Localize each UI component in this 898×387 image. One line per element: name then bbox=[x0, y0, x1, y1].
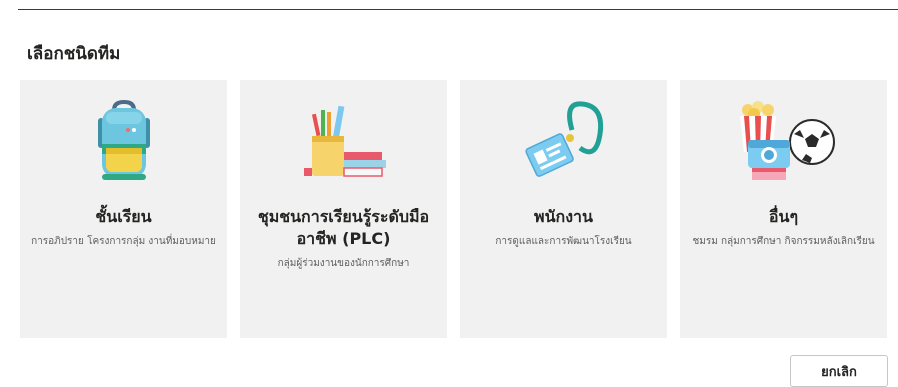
cancel-button[interactable]: ยกเลิก bbox=[790, 355, 888, 387]
team-type-card-class[interactable]: ชั้นเรียน การอภิปราย โครงการกลุ่ม งานที่… bbox=[20, 80, 227, 338]
books-pencils-icon bbox=[289, 100, 399, 184]
backpack-icon bbox=[69, 100, 179, 184]
popcorn-camera-ball-icon bbox=[729, 100, 839, 184]
team-type-card-staff[interactable]: พนักงาน การดูแลและการพัฒนาโรงเรียน bbox=[460, 80, 667, 338]
card-description: ชมรม กลุ่มการศึกษา กิจกรรมหลังเลิกเรียน bbox=[692, 236, 875, 247]
card-title: ชั้นเรียน bbox=[95, 207, 152, 226]
team-type-cards: ชั้นเรียน การอภิปราย โครงการกลุ่ม งานที่… bbox=[20, 80, 887, 338]
card-description: การอภิปราย โครงการกลุ่ม งานที่มอบหมาย bbox=[31, 236, 216, 247]
team-type-card-other[interactable]: อื่นๆ ชมรม กลุ่มการศึกษา กิจกรรมหลังเลิก… bbox=[680, 80, 887, 338]
card-title: อื่นๆ bbox=[768, 207, 799, 226]
top-divider bbox=[18, 9, 898, 10]
card-description: การดูแลและการพัฒนาโรงเรียน bbox=[495, 236, 632, 247]
card-description: กลุ่มผู้ร่วมงานของนักการศึกษา bbox=[277, 258, 410, 269]
team-type-card-plc[interactable]: ชุมชนการเรียนรู้ระดับมืออาชีพ (PLC) กลุ่… bbox=[240, 80, 447, 338]
card-title: พนักงาน bbox=[534, 207, 593, 226]
card-title: ชุมชนการเรียนรู้ระดับมืออาชีพ (PLC) bbox=[257, 207, 430, 248]
lanyard-badge-icon bbox=[509, 100, 619, 184]
dialog-heading: เลือกชนิดทีม bbox=[27, 44, 121, 64]
